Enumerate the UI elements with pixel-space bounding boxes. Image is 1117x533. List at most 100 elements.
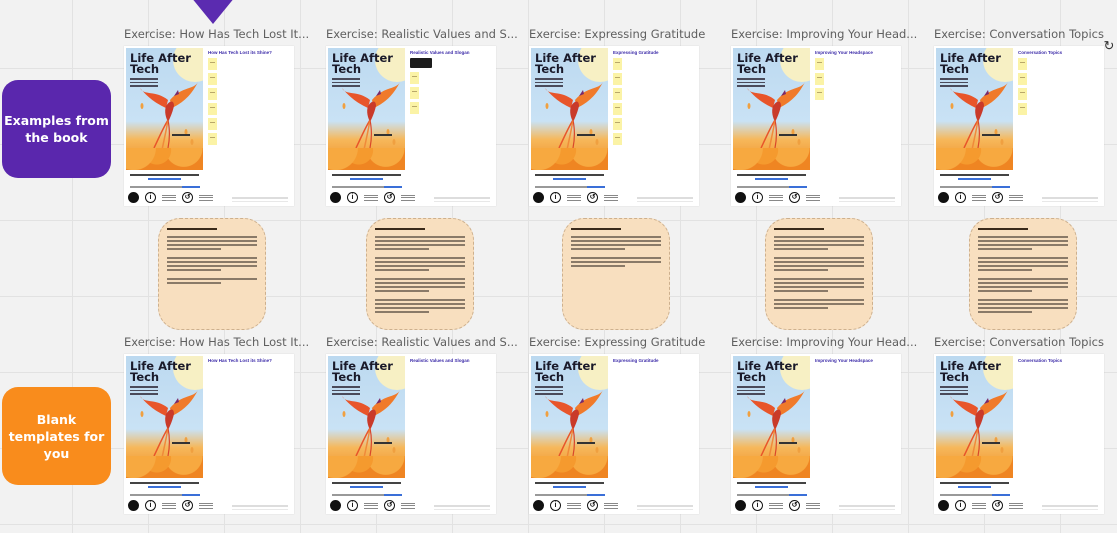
card-title[interactable]: Exercise: Improving Your Head...	[731, 335, 917, 350]
cc-by-icon: i	[145, 500, 156, 511]
license-link[interactable]	[182, 186, 200, 188]
sticky-note[interactable]	[562, 218, 670, 330]
cover-title-line2: Tech	[737, 370, 767, 384]
exercise-frame[interactable]: Life After Tech i ↺ Conversation Topics	[934, 46, 1104, 206]
exercise-frame[interactable]: Life After Tech i ↺ Expressing Gratitude	[529, 46, 699, 206]
license-link[interactable]	[789, 186, 807, 188]
sticky-note[interactable]	[969, 218, 1077, 330]
cc-sa-icon: ↺	[789, 192, 800, 203]
exercise-frame[interactable]: Life After Tech i ↺ Improving Your Heads…	[731, 354, 901, 514]
mini-sticky[interactable]	[208, 103, 217, 115]
website-link[interactable]	[350, 178, 383, 180]
sticky-note[interactable]	[366, 218, 474, 330]
mini-sticky[interactable]	[613, 73, 622, 85]
cover-caption	[126, 172, 203, 180]
cc-sa-icon: ↺	[182, 192, 193, 203]
example-card[interactable]: Exercise: Conversation Topics Life After…	[934, 27, 1104, 206]
exercise-frame[interactable]: Life After Tech i ↺ How Has Tech Lost it…	[124, 46, 294, 206]
exercise-heading: Realistic Values and Slogan	[410, 50, 470, 55]
cover-caption	[936, 172, 1013, 180]
note-text-line	[978, 261, 1068, 263]
mini-sticky[interactable]	[613, 103, 622, 115]
mini-sticky[interactable]	[613, 58, 622, 70]
blank-template-card[interactable]: Exercise: How Has Tech Lost It... Life A…	[124, 335, 309, 514]
mini-sticky[interactable]	[613, 118, 622, 130]
mini-sticky[interactable]	[208, 118, 217, 130]
mini-sticky[interactable]	[613, 133, 622, 145]
note-text-line	[978, 303, 1068, 305]
examples-label[interactable]: Examples from the book	[2, 80, 111, 178]
mini-sticky[interactable]	[410, 72, 419, 84]
website-link[interactable]	[350, 486, 383, 488]
exercise-heading: Conversation Topics	[1018, 50, 1063, 55]
mini-sticky[interactable]	[208, 133, 217, 145]
exercise-frame[interactable]: Life After Tech i ↺ Expressing Gratitude	[529, 354, 699, 514]
cover-author	[779, 442, 797, 444]
exercise-frame[interactable]: Life After Tech i ↺ How Has Tech Lost it…	[124, 354, 294, 514]
mini-sticky[interactable]	[208, 73, 217, 85]
exercise-frame[interactable]: Life After Tech i ↺ Realistic Values and…	[326, 354, 496, 514]
blank-templates-label[interactable]: Blank templates for you	[2, 387, 111, 485]
card-title[interactable]: Exercise: How Has Tech Lost It...	[124, 335, 309, 350]
mini-sticky[interactable]	[815, 73, 824, 85]
cover-title: Life After Tech	[737, 360, 798, 384]
website-link[interactable]	[755, 178, 788, 180]
license-text	[332, 186, 392, 188]
license-link[interactable]	[384, 186, 402, 188]
license-link[interactable]	[384, 494, 402, 496]
website-link[interactable]	[755, 486, 788, 488]
website-link[interactable]	[553, 178, 586, 180]
mini-sticky[interactable]	[1018, 88, 1027, 100]
mini-sticky[interactable]	[815, 88, 824, 100]
sticky-note[interactable]	[765, 218, 873, 330]
flames-shape	[733, 456, 810, 478]
website-link[interactable]	[148, 178, 181, 180]
mini-sticky[interactable]	[1018, 73, 1027, 85]
card-title[interactable]: Exercise: How Has Tech Lost It...	[124, 27, 309, 42]
license-link[interactable]	[182, 494, 200, 496]
mini-sticky[interactable]	[613, 88, 622, 100]
website-link[interactable]	[958, 486, 991, 488]
note-text-line	[774, 244, 864, 246]
license-link[interactable]	[587, 186, 605, 188]
license-link[interactable]	[587, 494, 605, 496]
note-text-line	[571, 244, 661, 246]
website-link[interactable]	[958, 178, 991, 180]
blank-template-card[interactable]: Exercise: Expressing Gratitude Life Afte…	[529, 335, 705, 514]
mini-sticky[interactable]	[815, 58, 824, 70]
license-link[interactable]	[992, 494, 1010, 496]
mini-sticky[interactable]	[1018, 58, 1027, 70]
mini-sticky[interactable]	[1018, 103, 1027, 115]
cover-title: Life After Tech	[535, 360, 596, 383]
example-card[interactable]: Exercise: Improving Your Head... Life Af…	[731, 27, 917, 206]
flames-shape	[733, 148, 810, 170]
mini-sticky[interactable]	[208, 88, 217, 100]
card-title[interactable]: Exercise: Conversation Topics	[934, 27, 1104, 42]
blank-template-card[interactable]: Exercise: Conversation Topics Life After…	[934, 335, 1104, 514]
website-link[interactable]	[553, 486, 586, 488]
mini-sticky[interactable]	[208, 58, 217, 70]
rotate-icon[interactable]: ↻	[1102, 39, 1116, 53]
card-title[interactable]: Exercise: Realistic Values and S...	[326, 335, 518, 350]
license-link[interactable]	[992, 186, 1010, 188]
exercise-frame[interactable]: Life After Tech i ↺ Conversation Topics	[934, 354, 1104, 514]
card-title[interactable]: Exercise: Expressing Gratitude	[529, 27, 705, 42]
card-title[interactable]: Exercise: Improving Your Head...	[731, 27, 917, 42]
example-card[interactable]: Exercise: How Has Tech Lost It... Life A…	[124, 27, 309, 206]
website-link[interactable]	[148, 486, 181, 488]
exercise-frame[interactable]: Life After Tech i ↺ Realistic Values and…	[326, 46, 496, 206]
card-title[interactable]: Exercise: Conversation Topics	[934, 335, 1104, 350]
mini-sticky[interactable]	[410, 102, 419, 114]
card-title[interactable]: Exercise: Realistic Values and S...	[326, 27, 518, 42]
mini-sticky[interactable]	[410, 87, 419, 99]
blank-template-card[interactable]: Exercise: Realistic Values and S... Life…	[326, 335, 518, 514]
blank-template-card[interactable]: Exercise: Improving Your Head... Life Af…	[731, 335, 917, 514]
example-card[interactable]: Exercise: Realistic Values and S... Life…	[326, 27, 518, 206]
license-link[interactable]	[789, 494, 807, 496]
example-card[interactable]: Exercise: Expressing Gratitude Life Afte…	[529, 27, 705, 206]
arrow-down-shape[interactable]	[182, 0, 244, 24]
note-text-line	[774, 257, 864, 259]
exercise-frame[interactable]: Life After Tech i ↺ Improving Your Heads…	[731, 46, 901, 206]
sticky-note[interactable]	[158, 218, 266, 330]
card-title[interactable]: Exercise: Expressing Gratitude	[529, 335, 705, 350]
